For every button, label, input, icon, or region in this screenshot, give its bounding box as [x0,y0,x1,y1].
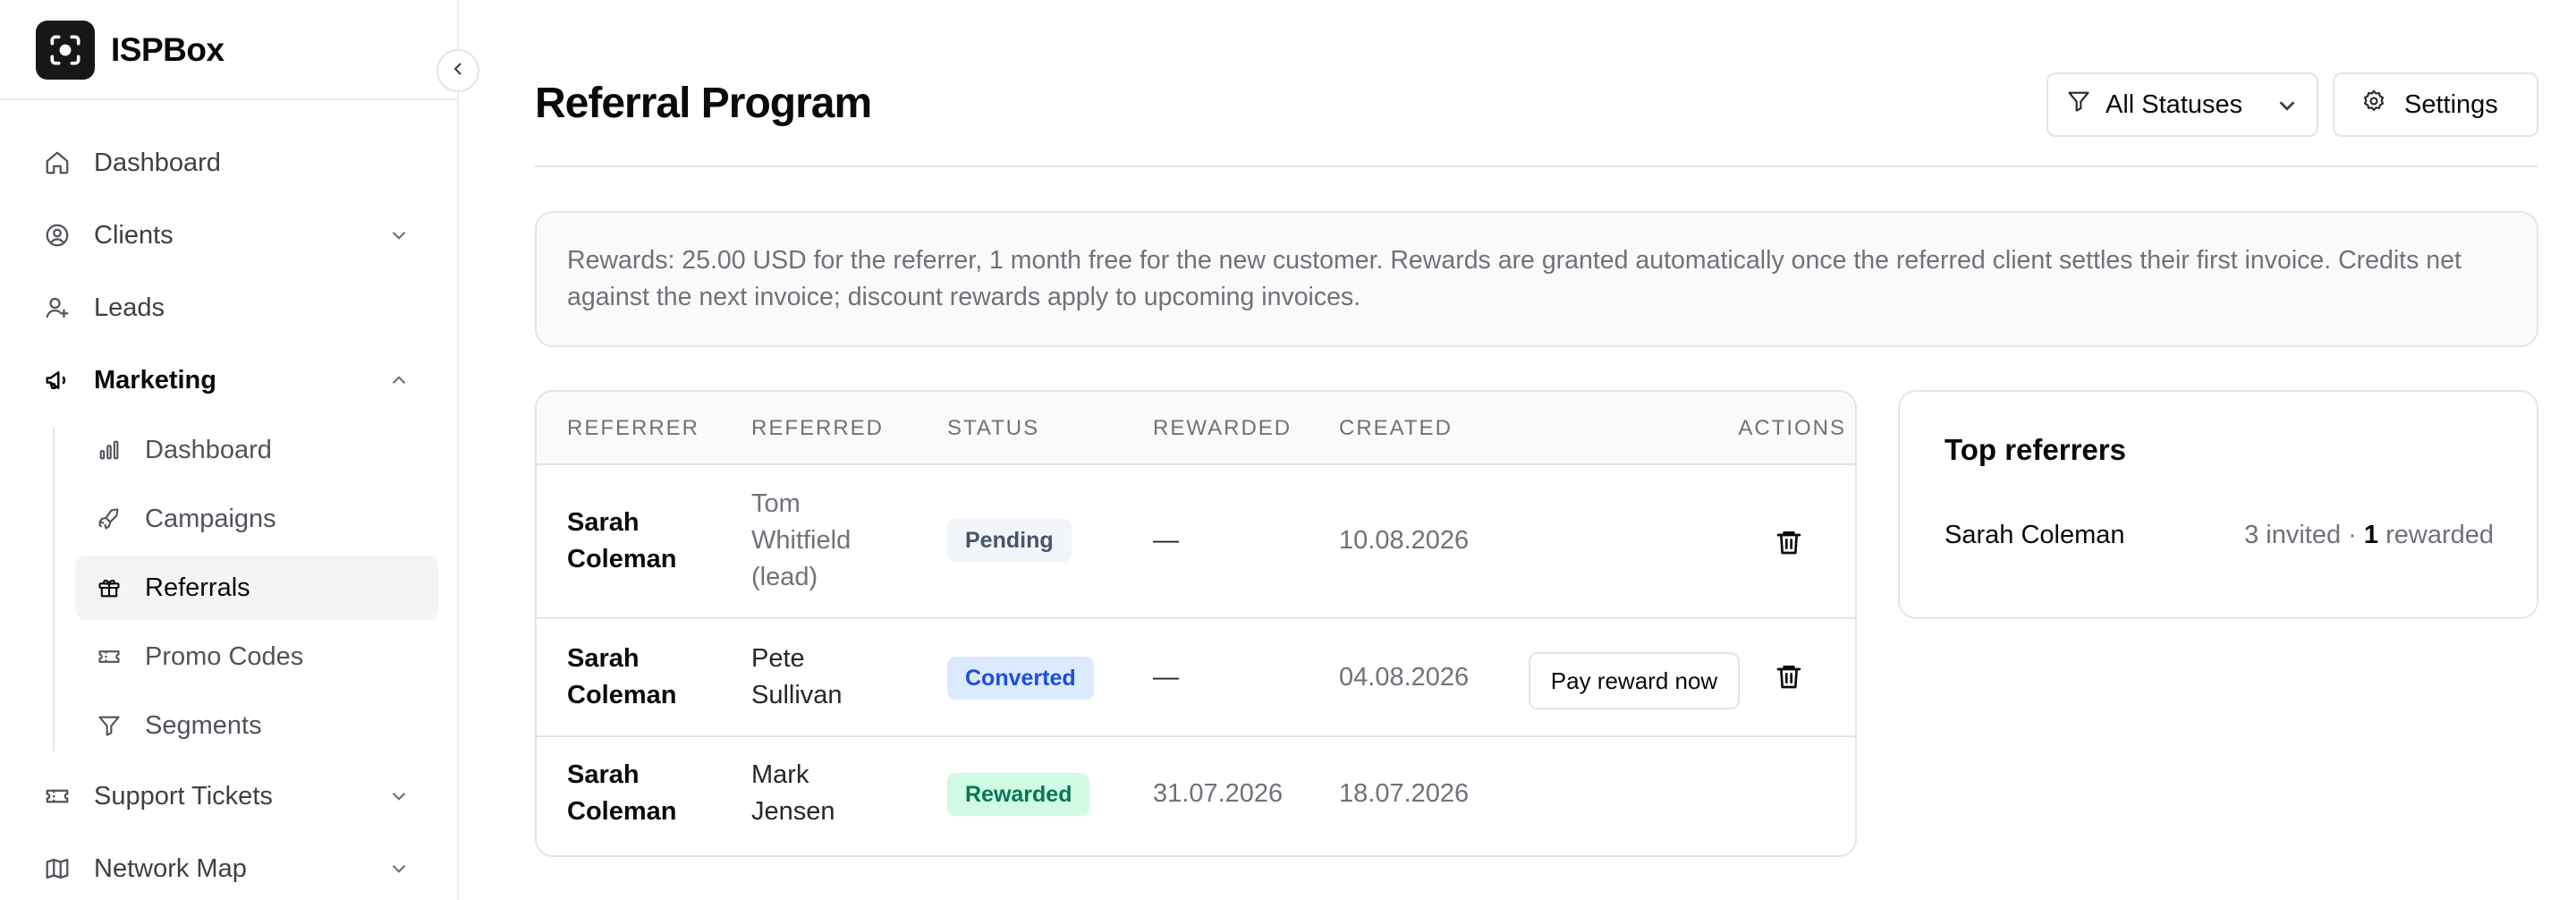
trash-icon[interactable] [1775,526,1803,558]
column-header-actions: ACTIONS [1738,416,1846,440]
sidebar-subitem-label: Promo Codes [145,641,304,671]
megaphone-icon [43,366,72,395]
sidebar-item-network-map[interactable]: Network Map [43,842,247,896]
column-header-referrer: REFERRER [567,416,700,440]
sidebar: ISPBox Dashboard Clients Leads Marketing… [0,0,459,900]
user-circle-icon [43,221,72,250]
chevron-down-icon [2274,92,2301,126]
sidebar-item-label: Leads [94,293,165,322]
sidebar-divider [0,98,457,100]
sidebar-collapse-button[interactable] [436,49,479,92]
referrer-name[interactable]: Sarah Coleman [567,757,701,830]
chevron-down-icon[interactable] [385,221,413,250]
sidebar-subitem-label: Segments [145,710,262,740]
sidebar-item-label: Network Map [94,853,247,883]
bar-chart-icon [95,436,123,464]
brand[interactable]: ISPBox [36,21,225,80]
sidebar-item-clients[interactable]: Clients [43,208,436,262]
settings-button[interactable]: Settings [2333,72,2538,137]
top-referrers-card: Top referrers Sarah Coleman 3 invited · … [1898,390,2538,619]
chevron-down-icon[interactable] [385,854,413,883]
filter-icon [95,711,123,740]
rewarded-value: — [1153,663,1179,692]
gift-icon [95,573,123,602]
trash-icon[interactable] [1775,660,1803,692]
chevron-left-icon [447,58,469,84]
page-title: Referral Program [535,80,872,127]
referrals-table: REFERRER REFERRED STATUS REWARDED CREATE… [535,390,1857,857]
sidebar-subitem-label: Dashboard [145,435,272,464]
table-header: REFERRER REFERRED STATUS REWARDED CREATE… [537,392,1855,465]
referred-name[interactable]: Pete Sullivan [751,641,886,714]
table-row: Sarah Coleman Pete Sullivan Converted — … [537,619,1855,737]
sidebar-subitem-promo-codes[interactable]: Promo Codes [75,624,438,689]
sidebar-item-label: Support Tickets [94,781,273,811]
rewards-notice: Rewards: 25.00 USD for the referrer, 1 m… [535,211,2538,347]
rewarded-count: 1 [2363,521,2379,549]
sidebar-subitem-campaigns[interactable]: Campaigns [75,487,438,551]
sidebar-item-label: Marketing [94,365,216,395]
ticket-icon [95,642,123,671]
column-header-status: STATUS [947,416,1040,440]
referred-name[interactable]: Mark Jensen [751,757,886,830]
rewarded-suffix: rewarded [2378,521,2494,549]
submenu-guide-line [53,428,55,751]
sidebar-subitem-label: Campaigns [145,504,276,533]
header-divider [535,166,2538,167]
chevron-up-icon[interactable] [385,366,413,395]
created-date: 10.08.2026 [1339,526,1470,555]
sidebar-item-marketing[interactable]: Marketing [43,353,216,407]
gear-icon [2361,89,2386,121]
filter-icon [2066,89,2091,121]
created-date: 04.08.2026 [1339,663,1470,692]
status-badge: Rewarded [947,773,1090,816]
rewards-notice-text: Rewards: 25.00 USD for the referrer, 1 m… [567,246,2462,311]
user-plus-icon [43,293,72,322]
top-referrer-stats: 3 invited · 1 rewarded [2244,521,2494,550]
settings-label: Settings [2404,89,2498,119]
sidebar-item-support-tickets[interactable]: Support Tickets [43,769,273,823]
created-date: 18.07.2026 [1339,779,1470,808]
column-header-rewarded: REWARDED [1153,416,1292,440]
sidebar-subitem-segments[interactable]: Segments [75,693,438,758]
rocket-icon [95,505,123,533]
status-filter-select[interactable]: All Statuses [2046,72,2318,137]
ticket-icon [43,782,72,811]
sidebar-item-label: Clients [94,220,174,250]
app-name: ISPBox [111,31,225,68]
sidebar-subitem-label: Referrals [145,573,250,602]
rewarded-date: 31.07.2026 [1153,779,1284,808]
status-badge: Converted [947,657,1094,700]
status-filter-value: All Statuses [2106,89,2243,119]
rewarded-value: — [1153,526,1179,555]
top-referrers-title: Top referrers [1945,433,2126,466]
sidebar-subitem-marketing-dashboard[interactable]: Dashboard [75,418,438,482]
sidebar-item-leads[interactable]: Leads [43,281,165,335]
status-badge: Pending [947,519,1072,562]
referrer-name[interactable]: Sarah Coleman [567,641,701,714]
invited-count: 3 invited · [2244,521,2364,549]
top-referrer-name: Sarah Coleman [1945,521,2125,549]
pay-reward-button[interactable]: Pay reward now [1529,652,1740,709]
home-icon [43,149,72,177]
sidebar-subitem-referrals[interactable]: Referrals [75,556,438,620]
table-row: Sarah Coleman Mark Jensen Rewarded 31.07… [537,737,1855,855]
sidebar-item-label: Dashboard [94,148,221,177]
chevron-down-icon[interactable] [385,782,413,811]
map-icon [43,854,72,883]
referrer-name[interactable]: Sarah Coleman [567,505,701,578]
sidebar-item-dashboard[interactable]: Dashboard [43,136,221,190]
referred-name[interactable]: Tom Whitfield (lead) [751,486,886,596]
column-header-referred: REFERRED [751,416,885,440]
column-header-created: CREATED [1339,416,1453,440]
logo-icon [36,21,95,80]
table-row: Sarah Coleman Tom Whitfield (lead) Pendi… [537,465,1855,619]
